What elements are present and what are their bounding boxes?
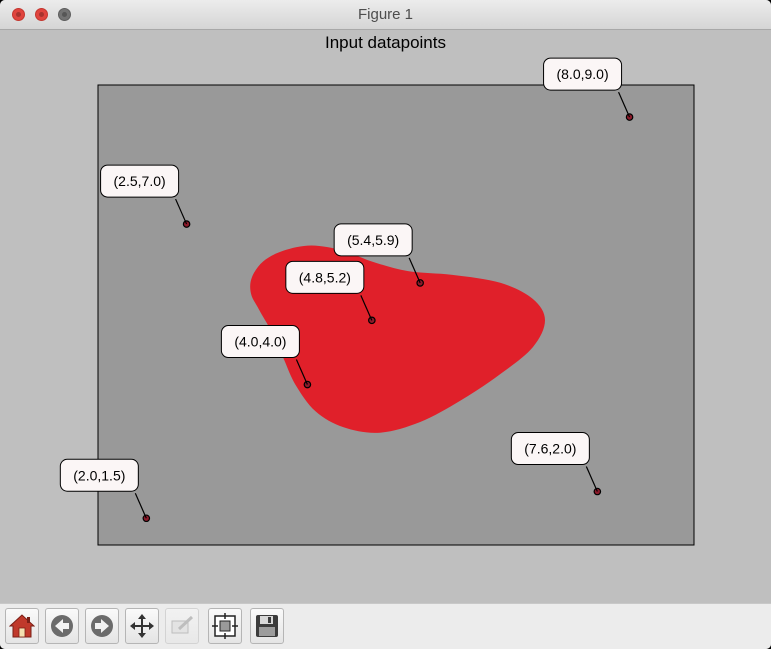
zoom-button[interactable] bbox=[165, 608, 199, 644]
annotation-text: (2.5,7.0) bbox=[114, 173, 166, 189]
home-button[interactable] bbox=[5, 608, 39, 644]
back-button[interactable] bbox=[45, 608, 79, 644]
arrow-left-icon bbox=[51, 615, 73, 637]
configure-subplots-button[interactable] bbox=[208, 608, 242, 644]
title-bar[interactable]: Figure 1 bbox=[0, 0, 771, 30]
figure-window: Figure 1 Input datapoints (2.0,1.5) (4.0,… bbox=[0, 0, 771, 649]
annotation-label: (4.0,4.0) bbox=[220, 325, 300, 359]
move-icon bbox=[130, 614, 154, 638]
subplots-icon bbox=[212, 613, 238, 639]
annotation-label: (2.0,1.5) bbox=[59, 458, 139, 492]
annotation-label: (8.0,9.0) bbox=[543, 57, 623, 91]
pan-button[interactable] bbox=[125, 608, 159, 644]
annotation-text: (4.8,5.2) bbox=[299, 269, 351, 285]
save-button[interactable] bbox=[250, 608, 284, 644]
annotation-label: (2.5,7.0) bbox=[100, 164, 180, 198]
annotation-label: (5.4,5.9) bbox=[333, 223, 413, 257]
home-icon bbox=[9, 614, 35, 638]
arrow-right-icon bbox=[91, 615, 113, 637]
annotation-text: (8.0,9.0) bbox=[556, 66, 608, 82]
forward-button[interactable] bbox=[85, 608, 119, 644]
zoom-rect-icon bbox=[171, 615, 194, 634]
floppy-disk-icon bbox=[256, 615, 278, 637]
annotation-text: (5.4,5.9) bbox=[347, 232, 399, 248]
annotation-text: (7.6,2.0) bbox=[524, 441, 576, 457]
annotation-text: (4.0,4.0) bbox=[234, 334, 286, 350]
annotation-label: (4.8,5.2) bbox=[285, 260, 365, 294]
window-title: Figure 1 bbox=[357, 6, 414, 23]
navigation-toolbar bbox=[0, 603, 771, 649]
scatter-plot[interactable]: (2.0,1.5) (4.0,4.0) (4.8,5.2) (5.4,5.9) (2.5… bbox=[0, 30, 771, 602]
data-point[interactable] bbox=[625, 113, 634, 121]
annotation-label: (7.6,2.0) bbox=[510, 432, 590, 466]
annotation-text: (2.0,1.5) bbox=[73, 467, 125, 483]
